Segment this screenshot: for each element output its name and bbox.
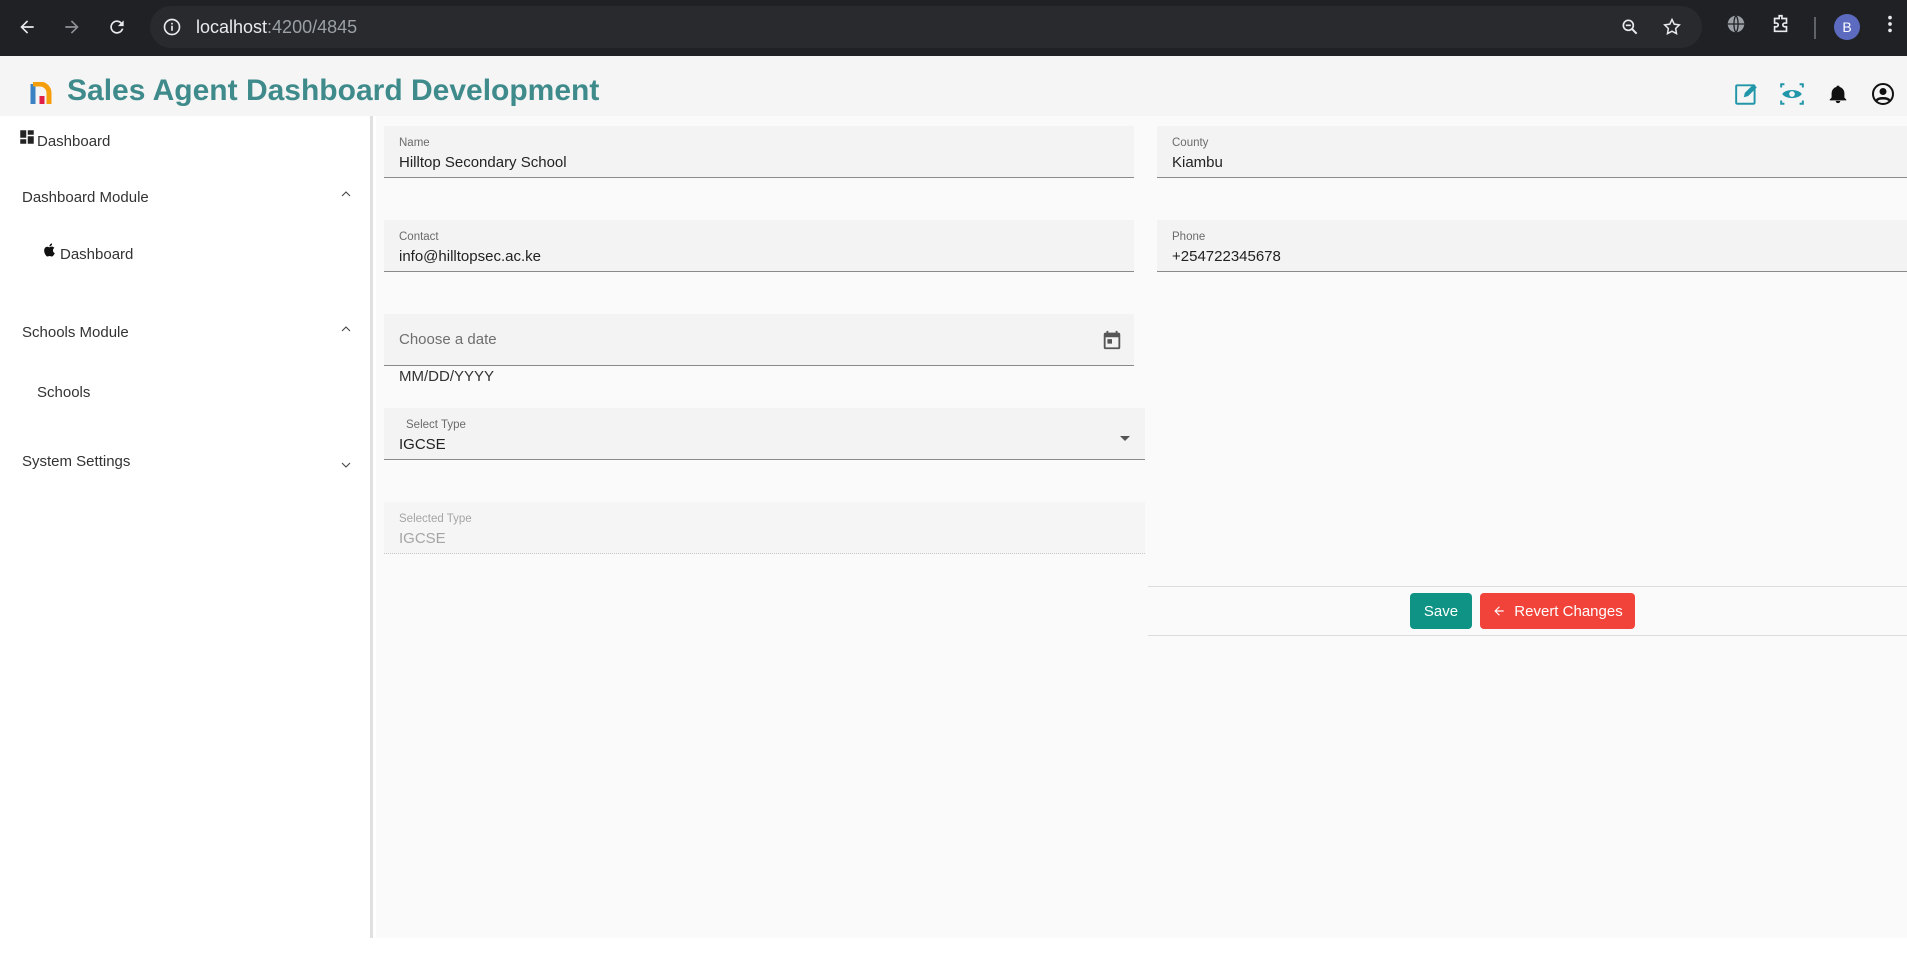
field-label: Select Type (406, 419, 466, 431)
sidebar-section-schools-module[interactable]: Schools Module (22, 324, 129, 341)
forward-arrow-icon (65, 20, 79, 34)
sidebar-section-dashboard-module[interactable]: Dashboard Module (22, 189, 149, 206)
dashboard-grid-icon (20, 129, 34, 144)
section-label: Dashboard Module (22, 189, 149, 206)
actions-divider-bottom (1148, 635, 1907, 636)
field-value: IGCSE (399, 530, 446, 547)
account-circle-icon[interactable] (1869, 80, 1897, 108)
edit-icon[interactable] (1733, 80, 1761, 108)
county-field[interactable]: County Kiambu (1157, 126, 1907, 178)
field-value: Kiambu (1172, 154, 1223, 171)
apple-icon (44, 242, 55, 257)
extensions-puzzle-icon[interactable] (1770, 13, 1792, 40)
revert-changes-button[interactable]: Revert Changes (1480, 593, 1635, 629)
back-arrow-icon (20, 20, 34, 34)
notifications-bell-icon[interactable] (1824, 80, 1852, 108)
actions-divider-top (1148, 586, 1907, 587)
url-text: localhost:4200/4845 (196, 17, 357, 38)
field-value: +254722345678 (1172, 248, 1281, 265)
address-bar[interactable]: localhost:4200/4845 (150, 6, 1702, 48)
field-label: Selected Type (399, 513, 472, 525)
field-label: County (1172, 137, 1209, 149)
page-bottom-strip (0, 938, 1907, 965)
contact-field[interactable]: Contact info@hilltopsec.ac.ke (384, 220, 1134, 272)
browser-toolbar: localhost:4200/4845 B (0, 0, 1907, 56)
chevron-up-icon[interactable] (340, 187, 352, 203)
back-button[interactable] (10, 10, 44, 44)
selected-type-field: Selected Type IGCSE (384, 502, 1145, 554)
sidebar-item-schools[interactable]: Schools (37, 384, 90, 401)
phone-field[interactable]: Phone +254722345678 (1157, 220, 1907, 272)
sidebar-item-dashboard[interactable]: Dashboard (42, 242, 134, 263)
chevron-down-icon[interactable] (340, 458, 352, 474)
name-field[interactable]: Name Hilltop Secondary School (384, 126, 1134, 178)
bookmark-star-icon[interactable] (1662, 17, 1682, 42)
calendar-icon[interactable] (1101, 329, 1123, 356)
preview-eye-icon[interactable] (1778, 80, 1806, 108)
field-label: Name (399, 137, 430, 149)
app-logo-icon (30, 82, 52, 104)
translate-globe-icon[interactable] (1725, 13, 1747, 40)
reload-icon (110, 20, 124, 34)
sidebar-item-label: Schools (37, 384, 91, 401)
toolbar-divider (1814, 17, 1816, 39)
date-field[interactable]: Choose a date (384, 314, 1134, 366)
url-path: :4200/4845 (267, 17, 358, 37)
field-value: IGCSE (399, 436, 446, 453)
sidebar-item-label: Dashboard (37, 133, 111, 150)
dropdown-arrow-icon[interactable] (1119, 430, 1131, 448)
browser-menu-icon[interactable] (1880, 13, 1900, 40)
field-label: Phone (1172, 231, 1206, 243)
save-button[interactable]: Save (1410, 593, 1472, 629)
field-label: Contact (399, 231, 439, 243)
field-value: info@hilltopsec.ac.ke (399, 248, 541, 265)
zoom-icon[interactable] (1620, 17, 1640, 42)
sidebar-item-dashboard-top[interactable]: Dashboard (18, 129, 111, 150)
forward-button[interactable] (55, 10, 89, 44)
select-type-dropdown[interactable]: Select Type IGCSE (384, 408, 1145, 460)
url-host: localhost (196, 17, 268, 37)
site-info-icon[interactable] (162, 17, 182, 42)
arrow-left-icon (1494, 606, 1504, 616)
sidebar (0, 116, 373, 938)
section-label: System Settings (22, 453, 131, 470)
reload-button[interactable] (100, 10, 134, 44)
app-title: Sales Agent Dashboard Development (67, 74, 600, 107)
section-label: Schools Module (22, 324, 129, 341)
date-placeholder: Choose a date (399, 331, 497, 348)
sidebar-item-label: Dashboard (60, 246, 134, 263)
sidebar-section-system-settings[interactable]: System Settings (22, 453, 130, 470)
field-value: Hilltop Secondary School (399, 154, 567, 171)
button-label: Revert Changes (1514, 602, 1623, 620)
profile-avatar[interactable]: B (1834, 14, 1860, 40)
date-format-hint: MM/DD/YYYY (399, 368, 495, 385)
chevron-up-icon[interactable] (340, 322, 352, 338)
